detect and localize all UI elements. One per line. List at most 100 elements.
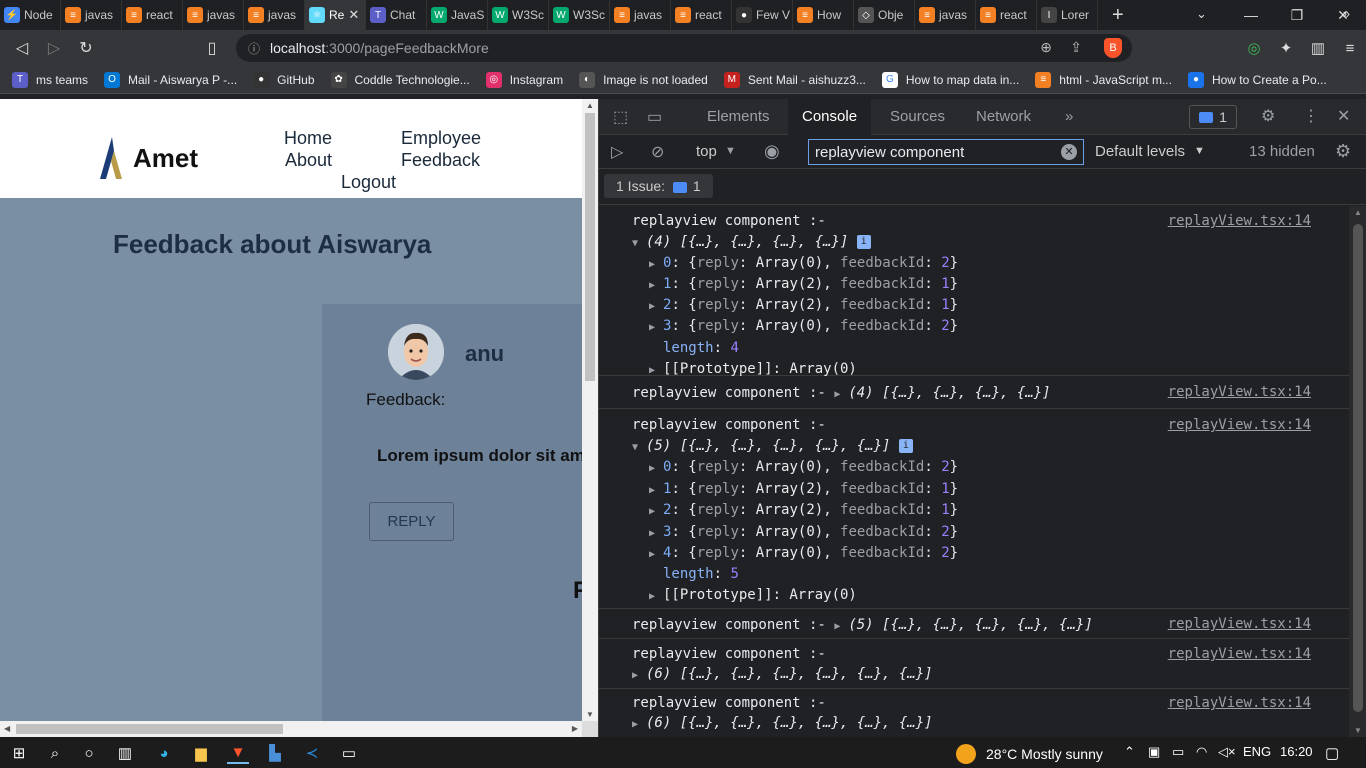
levels-chevron-icon[interactable]: ▼ (1194, 145, 1205, 157)
inspect-element-icon[interactable]: ⬚ (613, 107, 628, 127)
address-bar[interactable]: ⓘ localhost:3000/pageFeedbackMore ⊕ ⇪ B (236, 34, 1132, 62)
bookmark-item[interactable]: ✿ Coddle Technologie... (330, 71, 470, 88)
nav-about-link[interactable]: About (285, 150, 332, 171)
sidebar-toggle-icon[interactable]: ▷ (611, 142, 623, 162)
nav-feedback-link[interactable]: Feedback (401, 150, 480, 171)
vscode-icon[interactable]: ≺ (301, 742, 323, 764)
live-expression-eye-icon[interactable]: ◉ (764, 141, 780, 162)
scroll-up-arrow-icon[interactable]: ▲ (586, 101, 594, 110)
scroll-right-arrow-icon[interactable]: ▶ (572, 724, 578, 733)
bookmark-item[interactable]: M Sent Mail - aishuzz3... (723, 71, 866, 88)
tray-overflow-icon[interactable]: ⌃ (1124, 744, 1135, 760)
teams-app-icon[interactable]: ▙ (264, 742, 286, 764)
expand-arrow-icon[interactable]: ▶ (649, 322, 663, 333)
console-source-link[interactable]: replayView.tsx:14 (1168, 213, 1311, 229)
device-toolbar-icon[interactable]: ▭ (647, 107, 662, 127)
issues-badge[interactable]: 1 (1189, 105, 1237, 129)
log-levels-select[interactable]: Default levels (1095, 143, 1185, 160)
language-indicator[interactable]: ENG (1243, 744, 1271, 759)
volume-muted-icon[interactable]: ◁× (1218, 744, 1236, 760)
expand-arrow-icon[interactable]: ▶ (632, 670, 646, 681)
reload-icon[interactable]: ↻ (70, 32, 102, 64)
page-vertical-scrollbar[interactable]: ▲ ▼ (582, 99, 598, 721)
cortana-icon[interactable]: ○ (78, 742, 100, 764)
nav-employee-link[interactable]: Employee (401, 128, 481, 149)
clear-filter-icon[interactable]: ✕ (1061, 144, 1077, 160)
console-scrollbar[interactable]: ▲ ▼ (1349, 206, 1366, 737)
expand-arrow-icon[interactable]: ▶ (649, 301, 663, 312)
browser-tab[interactable]: ≡ javas (244, 0, 305, 30)
console-settings-icon[interactable]: ⚙ (1335, 141, 1351, 162)
reply-button[interactable]: REPLY (369, 502, 454, 541)
expand-arrow-icon[interactable]: ▶ (649, 259, 663, 270)
browser-tab[interactable]: ≡ react (976, 0, 1037, 30)
browser-tab[interactable]: T Chat (366, 0, 427, 30)
expand-arrow-icon[interactable]: ▶ (649, 528, 663, 539)
collapse-arrow-icon[interactable]: ▼ (632, 442, 646, 453)
more-tabs-icon[interactable]: » (1065, 99, 1073, 135)
browser-tab[interactable]: W JavaS (427, 0, 488, 30)
expand-arrow-icon[interactable]: ▶ (834, 621, 848, 632)
restore-icon[interactable]: ❐ (1274, 0, 1320, 30)
tab-elements[interactable]: Elements (707, 99, 770, 135)
scroll-left-arrow-icon[interactable]: ◀ (4, 724, 10, 733)
browser-tab[interactable]: ⚡ Node (0, 0, 61, 30)
sidebar-icon[interactable]: ▥ (1302, 39, 1334, 57)
console-source-link[interactable]: replayView.tsx:14 (1168, 646, 1311, 662)
expand-arrow-icon[interactable]: ▶ (649, 485, 663, 496)
tab-console[interactable]: Console (788, 99, 872, 135)
expand-arrow-icon[interactable]: ▶ (649, 280, 663, 291)
bookmark-item[interactable]: ● GitHub (253, 71, 315, 88)
browser-tab[interactable]: W W3Sc (488, 0, 549, 30)
battery-icon[interactable]: ▭ (1172, 744, 1184, 760)
tab-sources[interactable]: Sources (890, 99, 945, 135)
expand-arrow-icon[interactable]: ▶ (649, 463, 663, 474)
brave-shields-icon[interactable]: B (1104, 38, 1122, 58)
console-filter-input[interactable] (808, 139, 1084, 165)
console-source-link[interactable]: replayView.tsx:14 (1168, 695, 1311, 711)
windows-start-icon[interactable]: ⊞ (8, 742, 30, 764)
kebab-menu-icon[interactable]: ⋮ (1303, 106, 1319, 126)
new-tab-icon[interactable]: + (1112, 4, 1124, 27)
wallet-icon[interactable]: ◎ (1238, 39, 1270, 57)
browser-tab[interactable]: W W3Sc (549, 0, 610, 30)
search-icon[interactable]: ⌕ (44, 742, 66, 764)
bookmark-item[interactable]: ◐ Image is not loaded (579, 71, 708, 88)
console-scroll-down-icon[interactable]: ▼ (1354, 726, 1362, 735)
expand-arrow-icon[interactable]: ▶ (632, 719, 646, 730)
expand-arrow-icon[interactable]: ▶ (649, 506, 663, 517)
expand-arrow-icon[interactable]: ▶ (649, 591, 663, 602)
weather-widget[interactable]: 28°C Mostly sunny (956, 744, 1103, 764)
info-icon[interactable]: i (898, 439, 913, 453)
browser-tab[interactable]: I Lorer (1037, 0, 1098, 30)
share-icon[interactable]: ⇪ (1070, 39, 1082, 56)
extensions-icon[interactable]: ✦ (1270, 39, 1302, 57)
page-scroll-thumb[interactable] (585, 113, 595, 381)
bookmark-item[interactable]: O Mail - Aiswarya P -... (104, 71, 237, 88)
expand-arrow-icon[interactable]: ▶ (649, 549, 663, 560)
file-explorer-icon[interactable]: ▆ (190, 742, 212, 764)
console-source-link[interactable]: replayView.tsx:14 (1168, 384, 1311, 400)
tab-search-chevron-icon[interactable]: ⌄ (1196, 6, 1207, 22)
page-horizontal-scrollbar[interactable]: ◀ ▶ (0, 721, 582, 737)
page-hscroll-thumb[interactable] (16, 724, 283, 734)
notifications-icon[interactable]: ▢ (1325, 744, 1339, 762)
issues-chip[interactable]: 1 Issue: 1 (604, 174, 713, 198)
bookmark-item[interactable]: ≡ html - JavaScript m... (1035, 71, 1172, 88)
browser-tab[interactable]: ≡ javas (183, 0, 244, 30)
back-icon[interactable]: ◁ (6, 32, 38, 64)
console-scroll-up-icon[interactable]: ▲ (1354, 208, 1362, 217)
bookmark-item[interactable]: Tms teams (12, 71, 88, 88)
tab-network[interactable]: Network (976, 99, 1031, 135)
nav-home-link[interactable]: Home (284, 128, 332, 149)
bookmark-icon[interactable]: ▯ (196, 32, 228, 64)
expand-arrow-icon[interactable]: ▶ (834, 389, 848, 400)
info-icon[interactable]: i (856, 235, 871, 249)
settings-gear-icon[interactable]: ⚙ (1261, 106, 1275, 126)
wifi-icon[interactable]: ◠ (1196, 744, 1207, 760)
bookmark-item[interactable]: G How to map data in... (881, 71, 1019, 88)
menu-icon[interactable]: ≡ (1334, 40, 1366, 57)
browser-tab[interactable]: ≡ react (671, 0, 732, 30)
close-devtools-icon[interactable]: ✕ (1337, 106, 1350, 126)
bookmark-item[interactable]: ● How to Create a Po... (1187, 71, 1327, 88)
